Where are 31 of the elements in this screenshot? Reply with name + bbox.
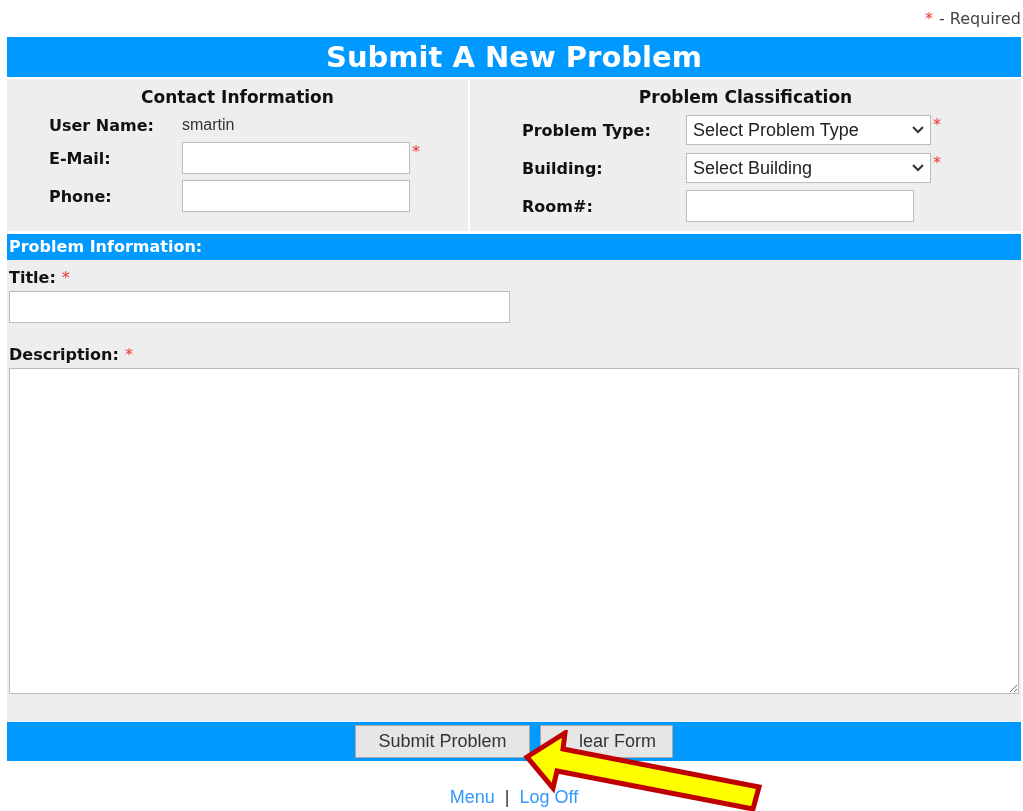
separator: | [504, 787, 510, 808]
required-mark: * [933, 115, 941, 134]
chevron-icon [912, 126, 924, 134]
chevron-icon [912, 164, 924, 172]
required-mark: * [412, 142, 420, 161]
section-heading: Problem Classification [637, 87, 854, 107]
submit-button[interactable]: Submit Problem [355, 725, 530, 758]
field-label: Room#: [522, 196, 594, 216]
description-field[interactable] [9, 368, 1019, 694]
field-label: Title: [9, 268, 56, 287]
field-label: Building: [522, 158, 604, 178]
field-label: Phone: [49, 186, 113, 206]
input-field[interactable] [686, 190, 914, 222]
page-title: Submit A New Problem [7, 37, 1021, 77]
dropdown[interactable]: Select Problem Type [686, 115, 931, 145]
field-label: E-Mail: [49, 148, 112, 168]
required-mark: * [933, 153, 941, 172]
section-bar: Problem Information: [7, 234, 1021, 260]
dropdown[interactable]: Select Building [686, 153, 931, 183]
required-mark: * [124, 345, 133, 364]
field-label: Description: [9, 345, 119, 364]
input-field[interactable] [182, 142, 410, 174]
user-name-value: smartin [182, 116, 236, 134]
field-label: User Name: [49, 115, 155, 135]
required-mark: * [61, 268, 70, 287]
section-heading: Contact Information [140, 87, 335, 107]
required-legend: - Required [938, 9, 1021, 28]
title-field[interactable] [9, 291, 510, 323]
field-label: Problem Type: [522, 120, 652, 140]
input-field[interactable] [182, 180, 410, 212]
required-mark: * [924, 9, 933, 28]
